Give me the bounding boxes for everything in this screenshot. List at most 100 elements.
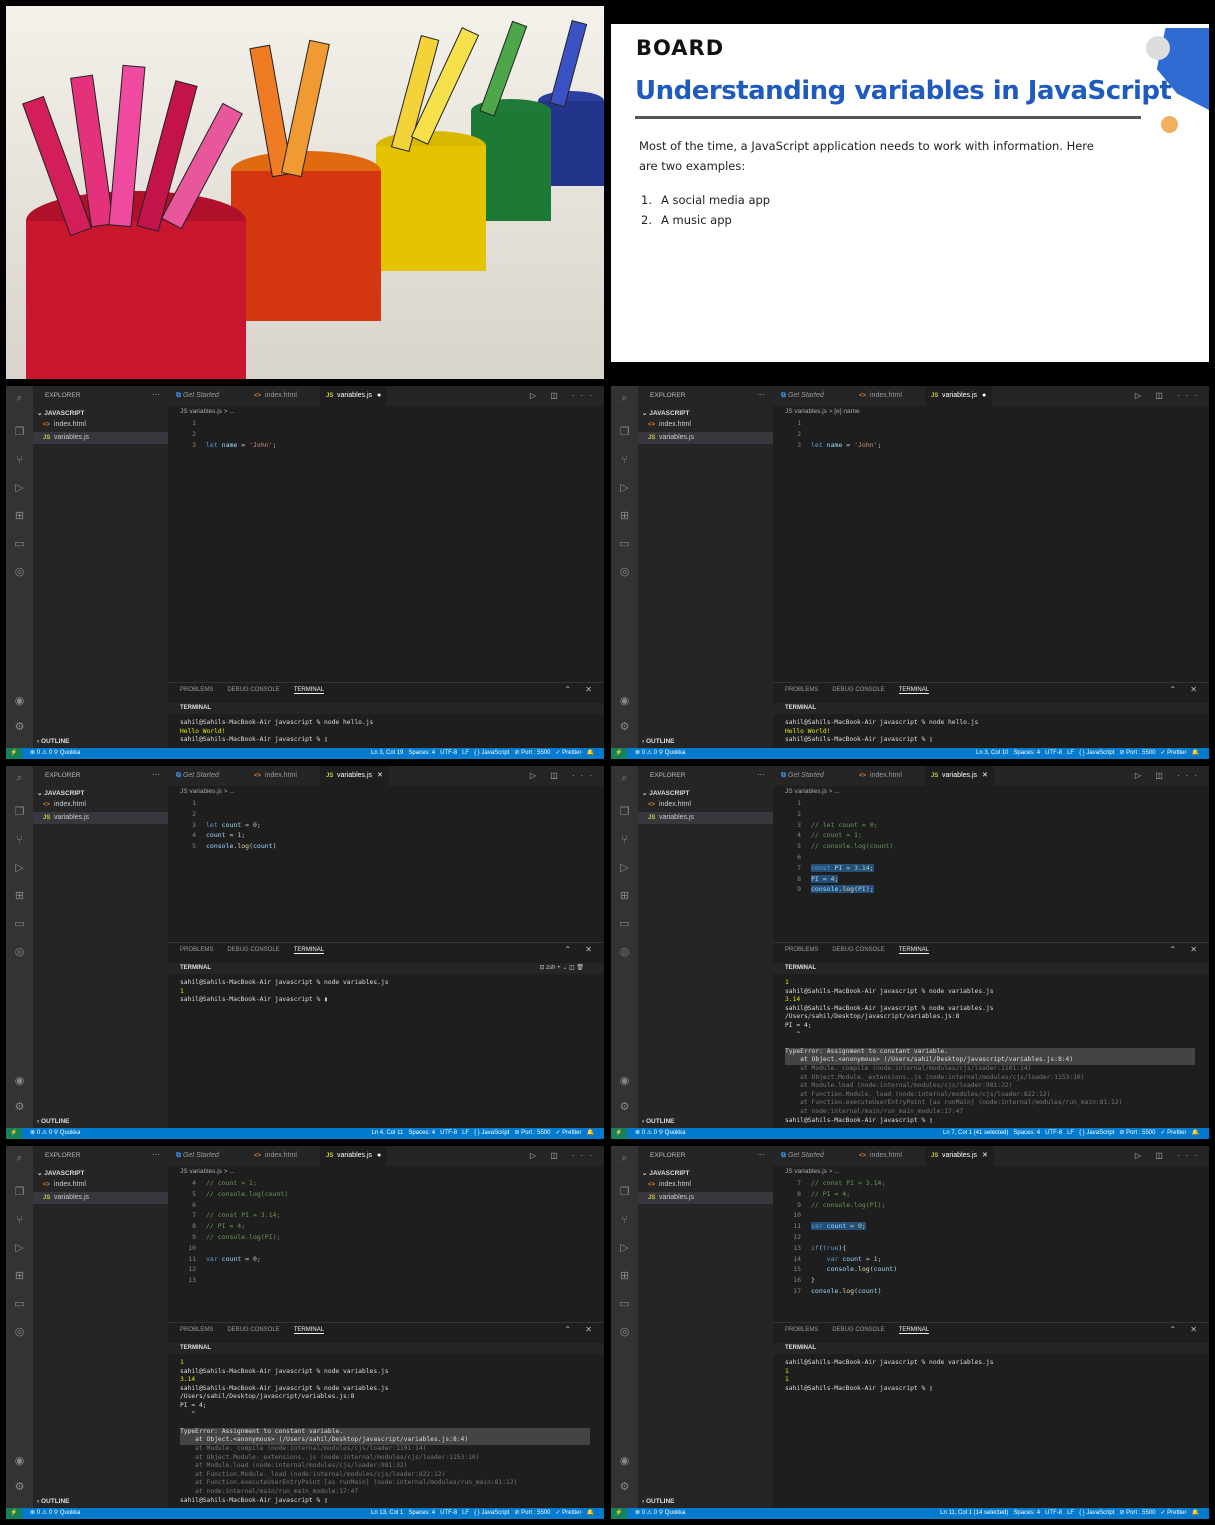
outline-section[interactable]: › OUTLINE (642, 738, 675, 745)
search-icon[interactable]: ⌕ (618, 772, 631, 785)
tab-variables-js[interactable]: JS variables.js ✕ (925, 766, 994, 786)
account-icon[interactable]: ◉ (618, 1455, 631, 1468)
panel-actions[interactable]: ⌃ ✕ (1169, 1325, 1203, 1334)
file-item[interactable]: <> index.html (33, 419, 168, 431)
folder-javascript[interactable]: ⌄ JAVASCRIPT (642, 409, 689, 417)
git-graph-icon[interactable]: ◎ (13, 1326, 26, 1339)
more-actions-icon[interactable]: ··· (757, 770, 765, 779)
tab-index-html[interactable]: <> index.html (248, 766, 303, 786)
terminal-output[interactable]: sahil@Sahils-MacBook-Air javascript % no… (180, 719, 590, 745)
terminal-output[interactable]: sahil@Sahils-MacBook-Air javascript % no… (785, 719, 1195, 745)
unsaved-dot-icon[interactable]: ● (982, 392, 986, 399)
tab-variables-js[interactable]: JS variables.js ● (925, 386, 993, 406)
file-item[interactable]: JS variables.js (638, 812, 773, 824)
tab-variables-js[interactable]: JS variables.js ✕ (320, 766, 389, 786)
search-icon[interactable]: ⌕ (618, 392, 631, 405)
folder-javascript[interactable]: ⌄ JAVASCRIPT (37, 1169, 84, 1177)
gear-icon[interactable]: ⚙ (618, 1481, 631, 1494)
bell-icon[interactable]: 🔔 (582, 1510, 594, 1516)
gear-icon[interactable]: ⚙ (618, 1101, 631, 1114)
code-editor[interactable]: 7 // const PI = 3.14; 8 // PI = 4; 9 // conso… (773, 1178, 1209, 1297)
panel-actions[interactable]: ⌃ ✕ (564, 685, 598, 694)
breadcrumb[interactable]: JS variables.js > ... (168, 1166, 604, 1178)
status-problems[interactable]: ⊗ 0 ⚠ 0 ⚲ Quokka (30, 1128, 81, 1139)
file-item[interactable]: JS variables.js (33, 812, 168, 824)
status-items[interactable]: Spaces: 4 UTF-8 LF { } JavaScript ⊘ Port… (408, 750, 581, 756)
search-icon[interactable]: ⌕ (13, 392, 26, 405)
panel-tab[interactable]: DEBUG CONSOLE (227, 1327, 279, 1333)
remote-explorer-icon[interactable]: ▭ (13, 918, 26, 931)
editor-actions[interactable]: ▷ ◫ ··· (1135, 766, 1203, 786)
remote-explorer-icon[interactable]: ▭ (618, 1298, 631, 1311)
remote-icon[interactable]: ⚡ (611, 1508, 627, 1519)
source-control-icon[interactable]: ⑂ (618, 834, 631, 847)
outline-section[interactable]: › OUTLINE (642, 1498, 675, 1505)
folder-javascript[interactable]: ⌄ JAVASCRIPT (642, 789, 689, 797)
status-items[interactable]: Spaces: 4 UTF-8 LF { } JavaScript ⊘ Port… (1013, 1130, 1186, 1136)
panel-tab[interactable]: PROBLEMS (180, 947, 213, 953)
terminal-output[interactable]: 1 sahil@Sahils-MacBook-Air javascript % n… (180, 1359, 590, 1505)
panel-tab[interactable]: DEBUG CONSOLE (832, 687, 884, 693)
editor-actions[interactable]: ▷ ◫ ··· (530, 766, 598, 786)
panel-tab[interactable]: DEBUG CONSOLE (832, 947, 884, 953)
remote-icon[interactable]: ⚡ (6, 1128, 22, 1139)
panel-actions[interactable]: ⌃ ✕ (1169, 685, 1203, 694)
files-icon[interactable]: ❐ (618, 1186, 631, 1199)
files-icon[interactable]: ❐ (13, 426, 26, 439)
panel-tab[interactable]: PROBLEMS (785, 1327, 818, 1333)
bell-icon[interactable]: 🔔 (1187, 750, 1199, 756)
more-actions-icon[interactable]: ··· (152, 1150, 160, 1159)
search-icon[interactable]: ⌕ (618, 1152, 631, 1165)
more-actions-icon[interactable]: ··· (757, 1150, 765, 1159)
tab-get-started[interactable]: ⧉ Get Started (775, 766, 830, 786)
outline-section[interactable]: › OUTLINE (37, 1498, 70, 1505)
panel-tab[interactable]: TERMINAL (293, 947, 325, 954)
tab-variables-js[interactable]: JS variables.js ✕ (925, 1146, 994, 1166)
panel-actions[interactable]: ⌃ ✕ (1169, 945, 1203, 954)
panel-actions[interactable]: ⌃ ✕ (564, 1325, 598, 1334)
status-items[interactable]: Spaces: 4 UTF-8 LF { } JavaScript ⊘ Port… (408, 1130, 581, 1136)
extensions-icon[interactable]: ⊞ (13, 1270, 26, 1283)
status-right[interactable]: Ln 3, Col 19 Spaces: 4 UTF-8 LF { } Java… (371, 748, 594, 759)
status-problems[interactable]: ⊗ 0 ⚠ 0 ⚲ Quokka (30, 748, 81, 759)
folder-javascript[interactable]: ⌄ JAVASCRIPT (642, 1169, 689, 1177)
close-icon[interactable]: ✕ (982, 1152, 988, 1159)
status-right[interactable]: Ln 13, Col 1 Spaces: 4 UTF-8 LF { } Java… (371, 1508, 594, 1519)
bell-icon[interactable]: 🔔 (1187, 1510, 1199, 1516)
extensions-icon[interactable]: ⊞ (13, 890, 26, 903)
outline-section[interactable]: › OUTLINE (37, 738, 70, 745)
unsaved-dot-icon[interactable]: ● (377, 1152, 381, 1159)
status-items[interactable]: Spaces: 4 UTF-8 LF { } JavaScript ⊘ Port… (1013, 1510, 1186, 1516)
account-icon[interactable]: ◉ (13, 1075, 26, 1088)
extensions-icon[interactable]: ⊞ (618, 890, 631, 903)
terminal-shell-controls[interactable]: ⊡ zsh + ⌄ ◫ 🗑 (539, 963, 584, 974)
gear-icon[interactable]: ⚙ (13, 1481, 26, 1494)
status-right[interactable]: Ln 3, Col 10 Spaces: 4 UTF-8 LF { } Java… (976, 748, 1199, 759)
cursor-position[interactable]: Ln 13, Col 1 (371, 1510, 403, 1516)
remote-explorer-icon[interactable]: ▭ (13, 1298, 26, 1311)
extensions-icon[interactable]: ⊞ (618, 1270, 631, 1283)
breadcrumb[interactable]: JS variables.js > ... (168, 406, 604, 418)
tab-get-started[interactable]: ⧉ Get Started (170, 1146, 225, 1166)
more-actions-icon[interactable]: ··· (757, 390, 765, 399)
source-control-icon[interactable]: ⑂ (618, 454, 631, 467)
run-debug-icon[interactable]: ▷ (618, 1242, 631, 1255)
code-editor[interactable]: 4 // count = 1; 5 // console.log(count) 6 7 //… (168, 1178, 604, 1286)
outline-section[interactable]: › OUTLINE (37, 1118, 70, 1125)
status-right[interactable]: Ln 11, Col 1 (14 selected) Spaces: 4 UTF… (940, 1508, 1199, 1519)
panel-tab[interactable]: PROBLEMS (180, 1327, 213, 1333)
breadcrumb[interactable]: JS variables.js > ... (168, 786, 604, 798)
bell-icon[interactable]: 🔔 (582, 1130, 594, 1136)
cursor-position[interactable]: Ln 4, Col 11 (371, 1130, 403, 1136)
more-actions-icon[interactable]: ··· (152, 390, 160, 399)
close-icon[interactable]: ✕ (377, 772, 383, 779)
files-icon[interactable]: ❐ (618, 806, 631, 819)
remote-explorer-icon[interactable]: ▭ (618, 918, 631, 931)
remote-explorer-icon[interactable]: ▭ (13, 538, 26, 551)
account-icon[interactable]: ◉ (13, 695, 26, 708)
breadcrumb[interactable]: JS variables.js > ... (773, 1166, 1209, 1178)
tab-get-started[interactable]: ⧉ Get Started (170, 766, 225, 786)
search-icon[interactable]: ⌕ (13, 1152, 26, 1165)
tab-index-html[interactable]: <> index.html (248, 1146, 303, 1166)
status-right[interactable]: Ln 4, Col 11 Spaces: 4 UTF-8 LF { } Java… (371, 1128, 594, 1139)
